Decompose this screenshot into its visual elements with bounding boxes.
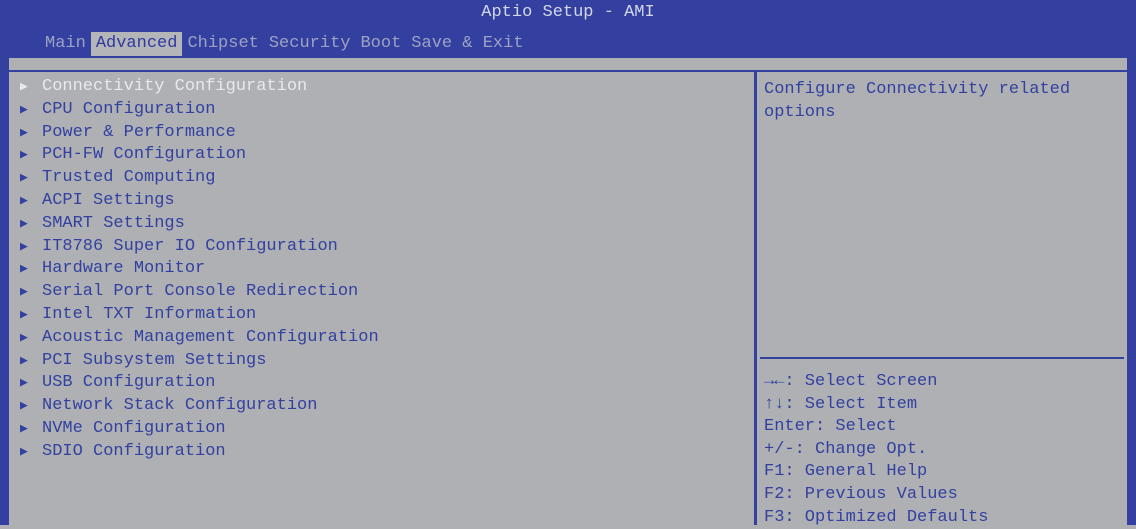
menu-item-smart-settings[interactable]: ▶ SMART Settings: [20, 213, 379, 236]
triangle-right-icon: ▶: [20, 147, 28, 163]
menu-item-serial-port-console-redirection[interactable]: ▶ Serial Port Console Redirection: [20, 281, 379, 304]
triangle-right-icon: ▶: [20, 261, 28, 277]
triangle-right-icon: ▶: [20, 329, 28, 345]
key-help-select-screen: →←: Select Screen: [764, 372, 938, 391]
menu-item-power-performance[interactable]: ▶ Power & Performance: [20, 122, 379, 145]
panel-divider: [754, 70, 757, 525]
triangle-right-icon: ▶: [20, 375, 28, 391]
frame-border-top: [9, 70, 1127, 72]
tab-boot[interactable]: Boot: [355, 32, 406, 56]
key-help-list: →←: Select Screen ↑↓: Select Item Enter:…: [764, 371, 988, 529]
triangle-right-icon: ▶: [20, 170, 28, 186]
frame-border-left: [0, 58, 9, 525]
menu-item-pch-fw-configuration[interactable]: ▶ PCH-FW Configuration: [20, 144, 379, 167]
menu-item-acoustic-management[interactable]: ▶ Acoustic Management Configuration: [20, 327, 379, 350]
menu-item-super-io-configuration[interactable]: ▶ IT8786 Super IO Configuration: [20, 236, 379, 259]
menu-item-sdio-configuration[interactable]: ▶ SDIO Configuration: [20, 441, 379, 464]
triangle-right-icon: ▶: [20, 443, 28, 459]
triangle-right-icon: ▶: [20, 420, 28, 436]
frame-border-right: [1127, 58, 1136, 525]
triangle-right-icon: ▶: [20, 398, 28, 414]
triangle-right-icon: ▶: [20, 101, 28, 117]
menu-item-connectivity-configuration[interactable]: ▶ Connectivity Configuration: [20, 76, 379, 99]
menu-item-pci-subsystem-settings[interactable]: ▶ PCI Subsystem Settings: [20, 350, 379, 373]
key-help-change-opt: +/-: Change Opt.: [764, 439, 928, 459]
triangle-right-icon: ▶: [20, 79, 28, 94]
menu-item-usb-configuration[interactable]: ▶ USB Configuration: [20, 372, 379, 395]
menu-item-network-stack-configuration[interactable]: ▶ Network Stack Configuration: [20, 395, 379, 418]
triangle-right-icon: ▶: [20, 192, 28, 208]
menu-item-trusted-computing[interactable]: ▶ Trusted Computing: [20, 167, 379, 190]
key-help-optimized-defaults: F3: Optimized Defaults: [764, 507, 989, 527]
menu-item-cpu-configuration[interactable]: ▶ CPU Configuration: [20, 99, 379, 122]
menu-item-hardware-monitor[interactable]: ▶ Hardware Monitor: [20, 258, 379, 281]
tab-main[interactable]: Main: [40, 32, 91, 56]
help-description: Configure Connectivity related options: [764, 80, 1071, 122]
triangle-right-icon: ▶: [20, 215, 28, 231]
triangle-right-icon: ▶: [20, 352, 28, 368]
tab-save-exit[interactable]: Save & Exit: [406, 32, 528, 56]
menu-item-intel-txt-information[interactable]: ▶ Intel TXT Information: [20, 304, 379, 327]
app-title: Aptio Setup - AMI: [481, 3, 655, 22]
triangle-right-icon: ▶: [20, 124, 28, 140]
tab-bar: Main Advanced Chipset Security Boot Save…: [40, 32, 529, 56]
tab-security[interactable]: Security: [264, 32, 356, 56]
key-help-general-help: F1: General Help: [764, 462, 928, 482]
tab-advanced[interactable]: Advanced: [90, 32, 183, 56]
tab-chipset[interactable]: Chipset: [182, 32, 263, 56]
menu-item-nvme-configuration[interactable]: ▶ NVMe Configuration: [20, 418, 379, 441]
key-help-select-item: ↑↓: Select Item: [764, 394, 918, 414]
triangle-right-icon: ▶: [20, 284, 28, 300]
menu-item-acpi-settings[interactable]: ▶ ACPI Settings: [20, 190, 379, 213]
header-bar: Aptio Setup - AMI Main Advanced Chipset …: [0, 0, 1136, 58]
help-separator: [760, 357, 1124, 359]
settings-menu: ▶ Connectivity Configuration ▶ CPU Configu…: [20, 76, 379, 464]
triangle-right-icon: ▶: [20, 238, 28, 254]
key-help-enter-select: Enter: Select: [764, 417, 897, 437]
key-help-previous-values: F2: Previous Values: [764, 484, 958, 504]
triangle-right-icon: ▶: [20, 306, 28, 322]
